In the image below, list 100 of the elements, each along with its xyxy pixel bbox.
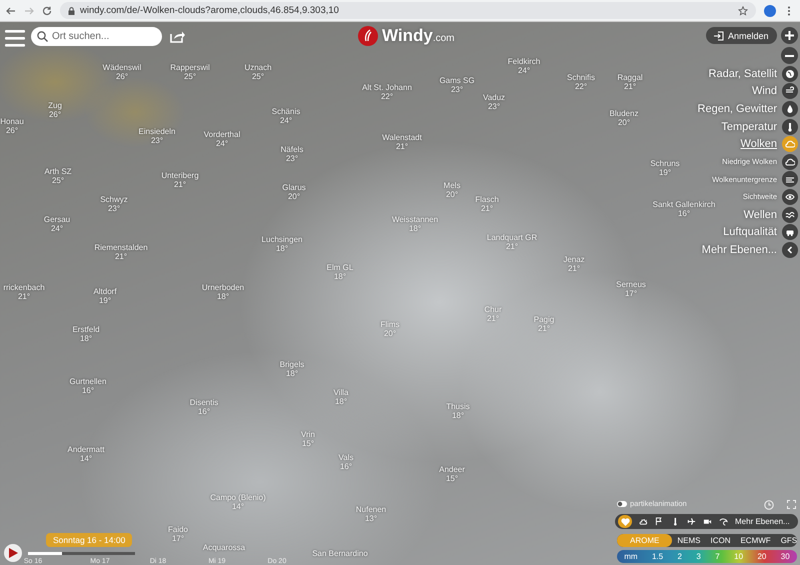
temperature-label: 16° bbox=[198, 407, 210, 416]
layer-menu-item[interactable]: Wellen bbox=[744, 208, 777, 221]
temperature-label: 21° bbox=[480, 204, 494, 213]
temperature-label: 19° bbox=[98, 296, 112, 305]
city-name: Arth SZ bbox=[44, 167, 72, 176]
model-tab[interactable]: ICON bbox=[705, 534, 736, 547]
city-name: Jenaz bbox=[563, 255, 585, 264]
login-button[interactable]: Anmelden bbox=[706, 27, 777, 44]
city-name: Raggal bbox=[617, 73, 643, 82]
temperature-label: 18° bbox=[452, 411, 464, 420]
city-name: Wädenswil bbox=[102, 63, 142, 72]
profile-avatar[interactable] bbox=[764, 4, 776, 16]
layer-menu-item[interactable]: Luftqualität bbox=[723, 226, 777, 238]
temperature-label: 17° bbox=[172, 534, 184, 543]
city-name: Elm GL bbox=[326, 263, 354, 272]
model-tab[interactable]: ECMWF bbox=[735, 534, 776, 547]
video-camera-icon[interactable] bbox=[703, 517, 712, 526]
legend-value: 2 bbox=[678, 552, 682, 561]
temperature-label: 16° bbox=[340, 462, 352, 471]
city-name: Zug bbox=[48, 101, 62, 110]
city-name: Erstfeld bbox=[72, 325, 100, 334]
star-icon[interactable] bbox=[738, 6, 748, 16]
temperature-label: 20° bbox=[384, 329, 396, 338]
temperature-label: 16° bbox=[678, 209, 690, 218]
city-name: Honau bbox=[0, 117, 24, 126]
share-icon[interactable] bbox=[170, 29, 185, 43]
city-name: Flims bbox=[380, 320, 400, 329]
layer-menu-item[interactable]: Mehr Ebenen... bbox=[702, 244, 777, 256]
city-name: Schänis bbox=[272, 107, 300, 116]
temperature-label: 18° bbox=[334, 272, 346, 281]
city-name: Mels bbox=[444, 181, 460, 190]
back-icon[interactable] bbox=[6, 6, 16, 16]
city-name: Schnifis bbox=[567, 73, 595, 82]
city-name: Flasch bbox=[475, 195, 499, 204]
airplane-icon[interactable] bbox=[687, 517, 696, 526]
temperature-label: 24° bbox=[280, 116, 292, 125]
temperature-label: 21° bbox=[568, 264, 580, 273]
temperature-label: 26° bbox=[48, 110, 62, 119]
city-name: Thusis bbox=[446, 402, 470, 411]
reload-icon[interactable] bbox=[42, 6, 52, 16]
city-name: Vals bbox=[338, 453, 354, 462]
zoom-in-button[interactable] bbox=[781, 27, 798, 44]
temperature-label: 14° bbox=[80, 454, 92, 463]
layer-menu-item[interactable]: Wolken bbox=[740, 138, 777, 150]
flags-icon[interactable] bbox=[655, 517, 664, 526]
temperature-label: 25° bbox=[252, 72, 264, 81]
city-name: Pagig bbox=[534, 315, 554, 324]
model-tab[interactable]: GFS bbox=[776, 534, 800, 547]
cloud-sun-icon[interactable] bbox=[639, 517, 648, 526]
search-field[interactable]: Ort suchen... bbox=[31, 27, 162, 46]
city-name: Gersau bbox=[44, 215, 70, 224]
menu-icon[interactable] bbox=[5, 30, 25, 47]
city-name: Villa bbox=[334, 388, 348, 397]
play-button[interactable] bbox=[4, 544, 22, 562]
temperature-label: 22° bbox=[380, 92, 394, 101]
legend-value: 30 bbox=[780, 552, 790, 561]
temperature-label: 23° bbox=[150, 136, 164, 145]
more-layers-link[interactable]: Mehr Ebenen... bbox=[735, 517, 790, 526]
city-name: Unteriberg bbox=[161, 171, 199, 180]
layer-menu-item[interactable]: Wind bbox=[752, 85, 777, 98]
legend-value: 7 bbox=[715, 552, 720, 561]
temperature-label: 14° bbox=[232, 502, 244, 511]
temperature-label: 18° bbox=[216, 292, 230, 301]
temperature-label: 25° bbox=[184, 72, 196, 81]
temperature-label: 25° bbox=[52, 176, 64, 185]
city-name: Andeer bbox=[439, 465, 465, 474]
model-tab[interactable]: AROME bbox=[617, 534, 672, 547]
temperature-label: 19° bbox=[658, 168, 672, 177]
city-name: Glarus bbox=[282, 183, 306, 192]
layer-menu-item[interactable]: Radar, Satellit bbox=[708, 68, 777, 80]
city-name: Uznach bbox=[244, 63, 272, 72]
city-name: Näfels bbox=[280, 145, 304, 154]
city-name: Serneus bbox=[616, 280, 646, 289]
temperature-label: 20° bbox=[446, 190, 458, 199]
temperature-label: 21° bbox=[506, 242, 518, 251]
temperature-label: 24° bbox=[50, 224, 64, 233]
temperature-label: 15° bbox=[302, 439, 314, 448]
toggle-switch[interactable] bbox=[617, 500, 627, 506]
model-tab[interactable]: NEMS bbox=[672, 534, 706, 547]
city-name: Acquarossa bbox=[202, 543, 246, 552]
city-name: Riemenstalden bbox=[94, 243, 148, 252]
search-input[interactable]: Ort suchen... bbox=[52, 31, 152, 42]
lock-icon bbox=[68, 6, 75, 14]
city-name: Rapperswil bbox=[170, 63, 210, 72]
unit-label: mm bbox=[624, 552, 638, 561]
temperature-label: 22° bbox=[574, 82, 588, 91]
login-icon bbox=[714, 30, 724, 40]
city-name: Urnerboden bbox=[202, 283, 244, 292]
temperature-label: 24° bbox=[216, 139, 228, 148]
layer-menu-item[interactable]: Temperatur bbox=[721, 120, 777, 133]
favorite-button[interactable] bbox=[618, 515, 632, 528]
zoom-out-button[interactable] bbox=[781, 47, 798, 64]
temperature-label: 23° bbox=[488, 102, 500, 111]
temperature-label: 21° bbox=[538, 324, 550, 333]
city-name: Vrin bbox=[301, 430, 315, 439]
temperature-label: 18° bbox=[408, 224, 422, 233]
timeline-track[interactable] bbox=[28, 552, 135, 555]
address-bar[interactable]: windy.com/de/-Wolken-clouds?arome,clouds,46.854,9.303,10 bbox=[60, 2, 756, 19]
temperature-label: 18° bbox=[334, 397, 348, 406]
layer-menu-item[interactable]: Regen, Gewitter bbox=[698, 102, 777, 115]
